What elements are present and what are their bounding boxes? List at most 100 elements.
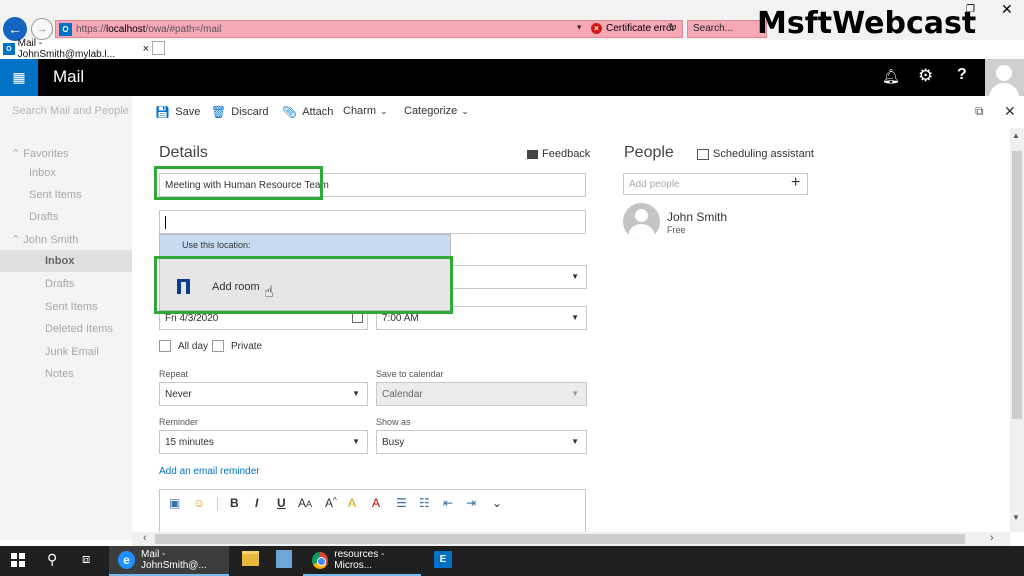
popout-icon[interactable]: ⧉ — [975, 104, 984, 119]
close-window-icon[interactable]: ✕ — [1001, 1, 1013, 18]
chevron-down-icon[interactable]: ▾ — [577, 22, 582, 33]
decrease-indent-icon[interactable]: ⇤ — [443, 496, 453, 510]
scroll-up-icon[interactable]: ▲ — [1012, 131, 1020, 140]
folder-item-notes[interactable]: Notes — [45, 368, 74, 380]
taskbar-search-icon[interactable]: ⚲ — [47, 551, 57, 568]
chrome-icon — [312, 551, 329, 569]
increase-indent-icon[interactable]: ⇥ — [466, 496, 476, 510]
forward-button[interactable]: → — [31, 18, 53, 40]
grow-font-icon[interactable]: A^ — [325, 496, 337, 510]
trash-icon: 🗑︎ — [211, 105, 227, 119]
chevron-down-icon: ⌄ — [461, 105, 469, 116]
folder-item-sent-items[interactable]: Sent Items — [45, 301, 98, 313]
calendar-clock-icon — [697, 148, 709, 160]
save-icon: 💾︎ — [155, 105, 171, 119]
highlight-subject-box — [154, 166, 323, 200]
close-icon[interactable]: × — [143, 43, 149, 55]
windows-start-icon[interactable] — [11, 553, 25, 567]
taskbar-ie-button[interactable]: e Mail - JohnSmith@... — [109, 546, 229, 576]
reminder-label: Reminder — [159, 417, 199, 427]
folder-item-inbox[interactable]: Inbox — [45, 255, 74, 267]
discard-button[interactable]: 🗑︎ Discard — [211, 105, 269, 119]
comment-icon — [527, 149, 538, 159]
add-email-reminder-link[interactable]: Add an email reminder — [159, 466, 260, 477]
private-checkbox[interactable] — [212, 340, 224, 352]
more-options-chevron-icon[interactable]: ⌄ — [492, 496, 502, 510]
app-launcher-icon[interactable]: ▦ — [0, 59, 38, 96]
gear-icon[interactable]: ⚙ — [918, 66, 933, 86]
repeat-select[interactable]: Never ▼ — [159, 382, 368, 406]
avatar[interactable] — [985, 59, 1024, 96]
search-mail-input[interactable]: Search Mail and People — [12, 105, 129, 117]
task-view-icon[interactable]: ⧈ — [82, 551, 90, 567]
scroll-left-icon[interactable]: ‹ — [143, 532, 147, 544]
outlook-icon: O — [3, 43, 15, 55]
location-input[interactable] — [159, 210, 586, 234]
save-button[interactable]: 💾︎ Save — [155, 105, 200, 119]
cert-error-label[interactable]: Certificate error — [606, 23, 675, 34]
add-people-input[interactable]: Add people — [623, 173, 808, 195]
folder-item-junk-email[interactable]: Junk Email — [45, 346, 99, 358]
restore-window-icon[interactable]: ❐ — [966, 4, 975, 15]
close-icon[interactable]: ✕ — [1004, 103, 1016, 120]
folder-item-drafts[interactable]: Drafts — [45, 278, 74, 290]
insert-picture-icon[interactable]: ▣ — [169, 496, 180, 510]
sidebar-item-sent-items[interactable]: Sent Items — [29, 189, 82, 201]
new-tab-button[interactable] — [152, 41, 165, 55]
scheduling-assistant-button[interactable]: Scheduling assistant — [697, 148, 814, 160]
vertical-scroll-thumb[interactable] — [1012, 151, 1022, 419]
watermark: MsftWebcast — [757, 6, 977, 41]
save-to-calendar-select: Calendar ▼ — [376, 382, 587, 406]
reminder-select[interactable]: 15 minutes ▼ — [159, 430, 368, 454]
charm-button[interactable]: Charm ⌄ — [343, 105, 388, 117]
font-size-icon[interactable]: AA — [298, 496, 312, 510]
repeat-label: Repeat — [159, 369, 189, 379]
sidebar-item-inbox[interactable]: Inbox — [29, 167, 56, 179]
browser-tab[interactable]: O Mail - JohnSmith@mylab.l... × — [3, 38, 149, 60]
address-bar[interactable]: O https://localhost/owa/#path=/mail ▾ × … — [55, 20, 683, 38]
favorites-header[interactable]: ⌃ Favorites — [11, 147, 69, 160]
file-explorer-icon[interactable] — [242, 551, 259, 566]
numbering-icon[interactable]: ☷ — [419, 496, 430, 510]
details-title: Details — [159, 144, 208, 161]
feedback-button[interactable]: Feedback — [527, 148, 590, 160]
folder-pane — [0, 96, 132, 540]
cert-error-icon[interactable]: × — [591, 23, 602, 34]
emoji-icon[interactable]: ☺ — [193, 496, 205, 510]
highlight-icon[interactable]: A — [348, 496, 356, 510]
show-as-label: Show as — [376, 417, 411, 427]
person-name[interactable]: John Smith — [667, 210, 727, 224]
bell-icon[interactable]: 🔔︎ — [882, 68, 900, 85]
browser-search-input[interactable]: Search... — [687, 20, 767, 38]
server-manager-icon[interactable] — [276, 550, 292, 568]
all-day-checkbox[interactable] — [159, 340, 171, 352]
categorize-button[interactable]: Categorize ⌄ — [404, 105, 469, 117]
underline-icon[interactable]: U — [277, 496, 286, 510]
italic-icon[interactable]: I — [255, 496, 258, 510]
caret-down-icon: ▼ — [571, 272, 579, 281]
caret-down-icon: ▼ — [571, 313, 579, 322]
show-as-select[interactable]: Busy ▼ — [376, 430, 587, 454]
font-color-icon[interactable]: A — [372, 496, 380, 510]
folder-item-deleted-items[interactable]: Deleted Items — [45, 323, 113, 335]
bullets-icon[interactable]: ☰ — [396, 496, 407, 510]
scroll-down-icon[interactable]: ▼ — [1012, 513, 1020, 522]
scroll-right-icon[interactable]: › — [990, 532, 994, 544]
help-icon[interactable]: ? — [957, 66, 967, 84]
refresh-icon[interactable]: ↻ — [668, 21, 677, 34]
caret-down-icon: ▼ — [571, 437, 579, 446]
all-day-label: All day — [178, 341, 209, 352]
horizontal-scroll-thumb[interactable] — [155, 534, 965, 544]
taskbar-chrome-button[interactable]: resources - Micros... — [303, 546, 421, 576]
person-status: Free — [667, 225, 686, 235]
exchange-icon[interactable]: E — [434, 551, 452, 568]
bold-icon[interactable]: B — [230, 496, 239, 510]
account-header[interactable]: ⌃ John Smith — [11, 233, 78, 246]
plus-icon[interactable]: + — [791, 174, 800, 192]
caret-down-icon: ▼ — [352, 437, 360, 446]
attach-button[interactable]: 📎︎ Attach — [282, 105, 333, 119]
calendar-icon[interactable] — [352, 313, 363, 323]
text-cursor — [165, 215, 166, 229]
address-url: https://localhost/owa/#path=/mail — [76, 23, 222, 35]
sidebar-item-drafts[interactable]: Drafts — [29, 211, 58, 223]
